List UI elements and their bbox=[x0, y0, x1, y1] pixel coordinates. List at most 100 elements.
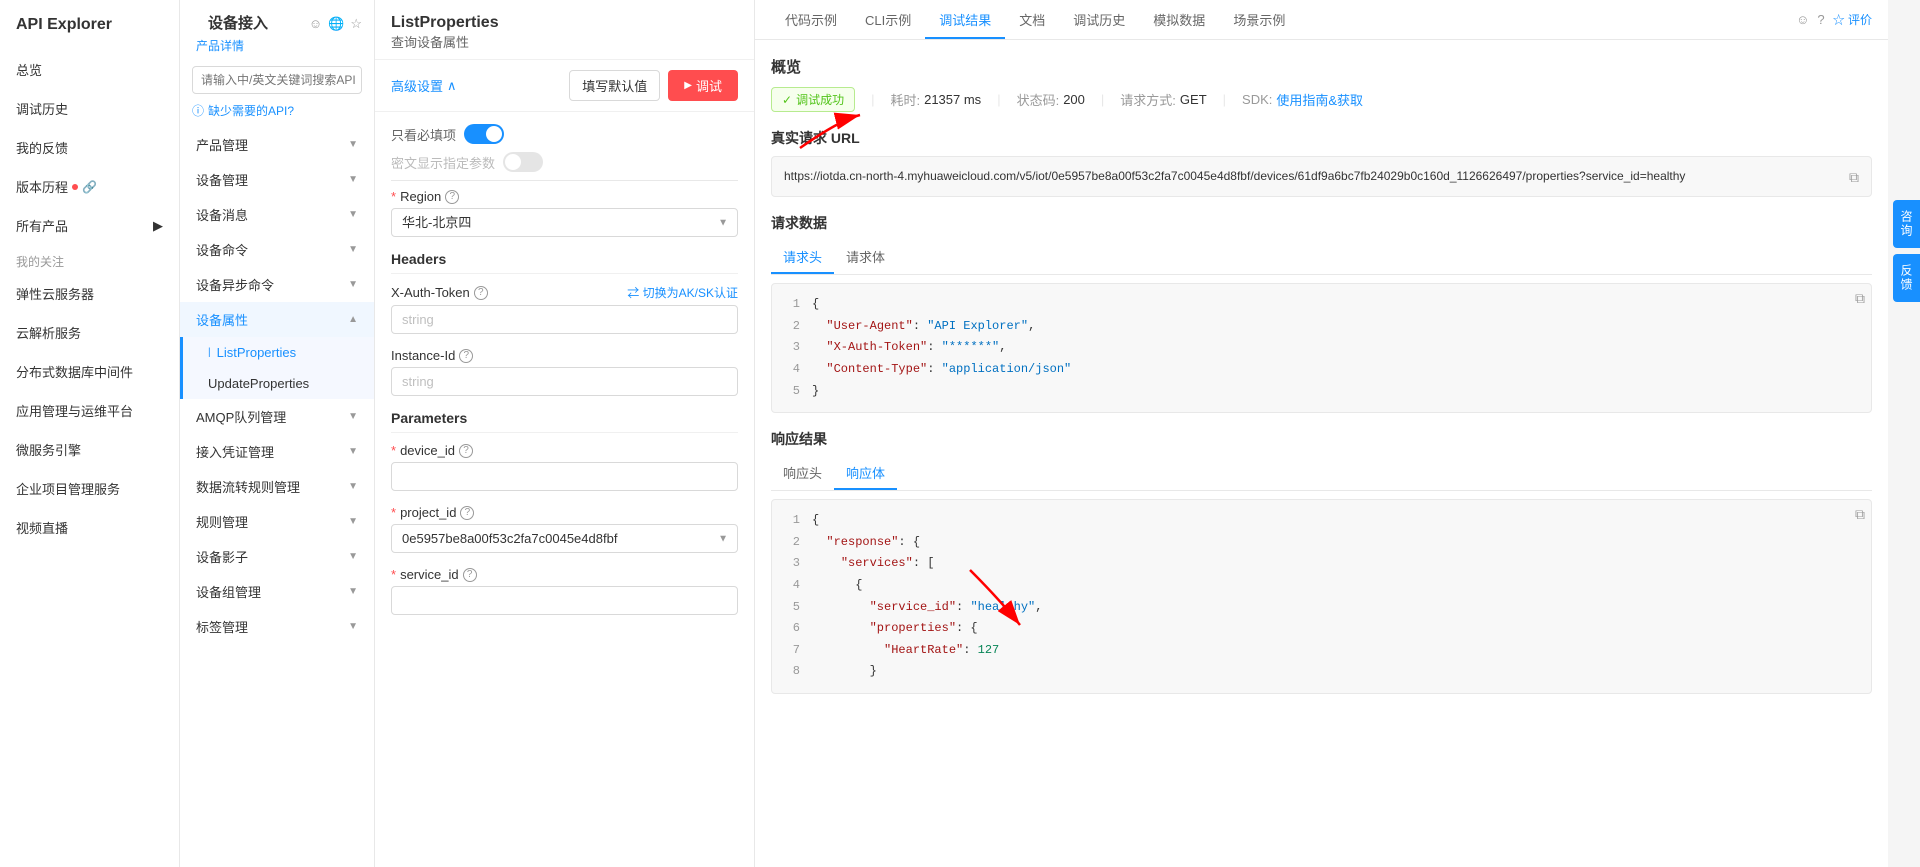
chevron-down-icon-6: ▼ bbox=[348, 411, 358, 422]
instance-id-group: Instance-Id ? bbox=[391, 348, 738, 396]
x-auth-token-help-icon[interactable]: ? bbox=[474, 286, 488, 300]
resp-tab-body[interactable]: 响应体 bbox=[834, 457, 897, 490]
secret-display-row: 密文显示指定参数 bbox=[391, 152, 738, 172]
tab-scene-example[interactable]: 场景示例 bbox=[1219, 0, 1299, 39]
nav-follow-devops[interactable]: 应用管理与运维平台 bbox=[0, 391, 179, 430]
nav-follow-elastic[interactable]: 弹性云服务器 bbox=[0, 274, 179, 313]
mid-nav-amqp[interactable]: AMQP队列管理 ▼ bbox=[180, 399, 374, 434]
emoji-icon-right[interactable]: ☺ bbox=[1796, 12, 1809, 27]
mid-nav-product-mgmt[interactable]: 产品管理 ▼ bbox=[180, 127, 374, 162]
help-icon-right[interactable]: ? bbox=[1817, 12, 1824, 27]
nav-follow-cse[interactable]: 微服务引擎 bbox=[0, 430, 179, 469]
resp-code-line-1: 1 { bbox=[784, 510, 1859, 532]
search-input[interactable] bbox=[193, 68, 362, 92]
project-id-group: * project_id ? 0e5957be8a00f53c2fa7c0045… bbox=[391, 505, 738, 553]
mid-sub-update-properties[interactable]: UpdateProperties bbox=[180, 368, 374, 399]
resp-code-line-4: 4 { bbox=[784, 575, 1859, 597]
left-sidebar: API Explorer 总览 调试历史 我的反馈 版本历程 🔗 所有产品 ▶ … bbox=[0, 0, 180, 867]
adv-settings-toggle[interactable]: 高级设置 ∧ bbox=[391, 76, 457, 95]
tab-mock-data[interactable]: 模拟数据 bbox=[1139, 0, 1219, 39]
req-tab-body[interactable]: 请求体 bbox=[834, 241, 897, 274]
service-id-input[interactable]: healthy bbox=[391, 586, 738, 615]
project-id-help-icon[interactable]: ? bbox=[460, 506, 474, 520]
form-toolbar: 高级设置 ∧ 填写默认值 ▶ 调试 bbox=[375, 60, 754, 112]
tab-debug-result[interactable]: 调试结果 bbox=[925, 0, 1005, 39]
rating-button[interactable]: ☆ 评价 bbox=[1833, 11, 1872, 28]
main-content: ListProperties 查询设备属性 高级设置 ∧ 填写默认值 ▶ 调试 … bbox=[375, 0, 1920, 867]
region-help-icon[interactable]: ? bbox=[445, 190, 459, 204]
right-panel: 代码示例 CLI示例 调试结果 文档 调试历史 模拟数据 场景示例 ☺ ? ☆ … bbox=[755, 0, 1888, 867]
overview-bar: ✓ 调试成功 | 耗时: 21357 ms | 状态码: 200 | bbox=[771, 87, 1872, 112]
nav-overview[interactable]: 总览 bbox=[0, 50, 179, 89]
nav-follow-dns[interactable]: 云解析服务 bbox=[0, 313, 179, 352]
device-id-help-icon[interactable]: ? bbox=[459, 444, 473, 458]
mid-nav-device-cmd[interactable]: 设备命令 ▼ bbox=[180, 232, 374, 267]
mid-nav-device-msg[interactable]: 设备消息 ▼ bbox=[180, 197, 374, 232]
mid-nav-tag-mgmt[interactable]: 标签管理 ▼ bbox=[180, 609, 374, 644]
resp-code-line-2: 2 "response": { bbox=[784, 532, 1859, 554]
mid-nav-device-mgmt[interactable]: 设备管理 ▼ bbox=[180, 162, 374, 197]
chevron-down-icon-0: ▼ bbox=[348, 139, 358, 150]
mid-nav-device-props[interactable]: 设备属性 ▲ bbox=[180, 302, 374, 337]
nav-follow-ddb[interactable]: 分布式数据库中间件 bbox=[0, 352, 179, 391]
copy-response-button[interactable]: ⧉ bbox=[1855, 506, 1865, 523]
mid-nav-data-flow[interactable]: 数据流转规则管理 ▼ bbox=[180, 469, 374, 504]
sdk-link[interactable]: 使用指南&获取 bbox=[1276, 90, 1363, 109]
instance-id-help-icon[interactable]: ? bbox=[459, 349, 473, 363]
secret-display-toggle[interactable] bbox=[503, 152, 543, 172]
emoji-icon[interactable]: ☺ bbox=[309, 16, 322, 31]
nav-version[interactable]: 版本历程 🔗 bbox=[0, 167, 179, 206]
code-line-5: 5 } bbox=[784, 381, 1859, 403]
nav-feedback[interactable]: 我的反馈 bbox=[0, 128, 179, 167]
feedback-sidebar: 咨询 反馈 bbox=[1888, 0, 1920, 867]
mid-nav-rule-mgmt[interactable]: 规则管理 ▼ bbox=[180, 504, 374, 539]
mid-sub-list-properties[interactable]: | ListProperties bbox=[180, 337, 374, 368]
nav-all-products[interactable]: 所有产品 ▶ bbox=[0, 206, 179, 245]
copy-url-icon[interactable]: ⧉ bbox=[1849, 169, 1859, 186]
form-body: 只看必填项 密文显示指定参数 * Region ? bbox=[375, 112, 754, 641]
chevron-down-icon-3: ▼ bbox=[348, 244, 358, 255]
active-indicator: | bbox=[208, 347, 211, 358]
resp-code-line-5: 5 "service_id": "healthy", bbox=[784, 597, 1859, 619]
headers-section-title: Headers bbox=[391, 251, 738, 274]
tab-docs[interactable]: 文档 bbox=[1005, 0, 1059, 39]
mid-hint[interactable]: ⓘ 缺少需要的API? bbox=[180, 102, 374, 127]
required-star-project: * bbox=[391, 505, 396, 520]
nav-follow-video[interactable]: 视频直播 bbox=[0, 508, 179, 547]
mid-sidebar-subtitle: 产品详情 bbox=[180, 37, 374, 66]
mid-nav-auth-mgmt[interactable]: 接入凭证管理 ▼ bbox=[180, 434, 374, 469]
resp-tab-headers[interactable]: 响应头 bbox=[771, 457, 834, 490]
tab-debug-history[interactable]: 调试历史 bbox=[1059, 0, 1139, 39]
response-tabs: 响应头 响应体 bbox=[771, 457, 1872, 491]
x-auth-token-input[interactable] bbox=[391, 305, 738, 334]
globe-icon[interactable]: 🌐 bbox=[328, 16, 344, 32]
tab-cli-example[interactable]: CLI示例 bbox=[851, 0, 925, 39]
consult-button[interactable]: 咨询 bbox=[1893, 200, 1920, 248]
instance-id-input[interactable] bbox=[391, 367, 738, 396]
mid-nav-device-shadow[interactable]: 设备影子 ▼ bbox=[180, 539, 374, 574]
star-icon[interactable]: ☆ bbox=[350, 16, 362, 32]
meta-time: 耗时: 21357 ms bbox=[890, 90, 981, 109]
chevron-down-icon-2: ▼ bbox=[348, 209, 358, 220]
copy-request-button[interactable]: ⧉ bbox=[1855, 290, 1865, 307]
mid-nav-device-async-cmd[interactable]: 设备异步命令 ▼ bbox=[180, 267, 374, 302]
app-title: API Explorer bbox=[0, 16, 179, 50]
region-field-group: * Region ? 华北-北京四 ▼ bbox=[391, 189, 738, 237]
mid-nav-device-group[interactable]: 设备组管理 ▼ bbox=[180, 574, 374, 609]
nav-debug-history[interactable]: 调试历史 bbox=[0, 89, 179, 128]
switch-ak-sk[interactable]: ⇄ 切换为AK/SK认证 bbox=[627, 284, 738, 301]
region-select[interactable]: 华北-北京四 bbox=[391, 208, 738, 237]
service-id-help-icon[interactable]: ? bbox=[463, 568, 477, 582]
tab-code-example[interactable]: 代码示例 bbox=[771, 0, 851, 39]
url-section: 真实请求 URL https://iotda.cn-north-4.myhuaw… bbox=[771, 128, 1872, 197]
nav-follow-project[interactable]: 企业项目管理服务 bbox=[0, 469, 179, 508]
project-id-select[interactable]: 0e5957be8a00f53c2fa7c0045e4d8fbf bbox=[391, 524, 738, 553]
device-id-input[interactable]: 61df9a6bc7fb24029b0c160d_1126626497 bbox=[391, 462, 738, 491]
run-button[interactable]: ▶ 调试 bbox=[668, 70, 738, 101]
url-box: https://iotda.cn-north-4.myhuaweicloud.c… bbox=[771, 156, 1872, 197]
fill-defaults-button[interactable]: 填写默认值 bbox=[569, 70, 660, 101]
req-tab-headers[interactable]: 请求头 bbox=[771, 241, 834, 274]
only-required-toggle[interactable] bbox=[464, 124, 504, 144]
only-required-row: 只看必填项 bbox=[391, 124, 738, 144]
reply-button[interactable]: 反馈 bbox=[1893, 254, 1920, 302]
